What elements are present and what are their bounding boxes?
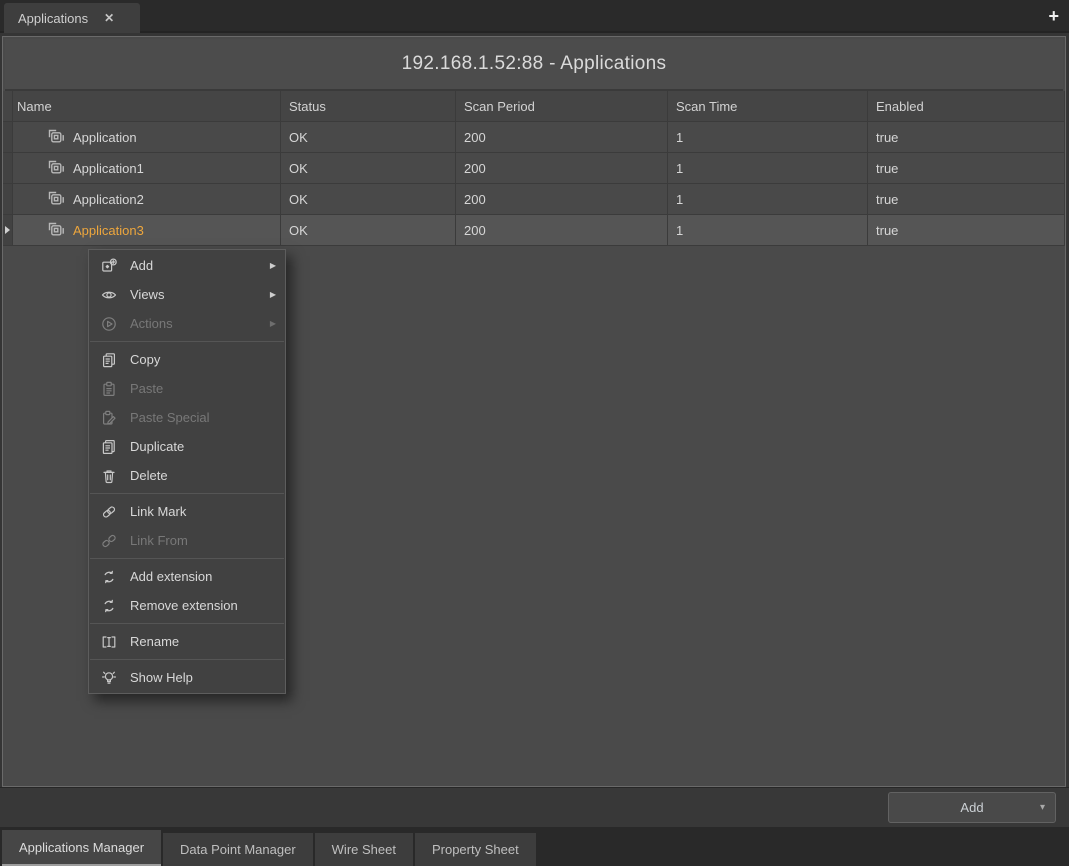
menu-item-duplicate[interactable]: Duplicate <box>89 432 285 461</box>
add-icon <box>100 258 118 274</box>
menu-separator <box>90 341 284 342</box>
row-selector-cell <box>3 184 13 215</box>
table-row-selected[interactable]: Application3 OK 200 1 true <box>3 215 1065 246</box>
row-scan-time: 1 <box>668 153 868 184</box>
tab-applications-label: Applications <box>18 11 88 26</box>
column-header-enabled[interactable]: Enabled <box>868 91 1065 122</box>
row-status: OK <box>281 122 456 153</box>
row-scan-period: 200 <box>456 215 668 246</box>
menu-separator <box>90 659 284 660</box>
add-button-label: Add <box>960 800 983 815</box>
row-name: Application <box>73 130 137 145</box>
row-selector-cell <box>3 153 13 184</box>
row-pointer-icon <box>5 226 10 234</box>
menu-item-rename[interactable]: Rename <box>89 627 285 656</box>
link-icon <box>100 504 118 520</box>
paste-icon <box>100 381 118 397</box>
application-component-icon <box>47 128 65 146</box>
application-component-icon <box>47 221 65 239</box>
extension-icon <box>100 598 118 614</box>
views-icon <box>100 287 118 303</box>
extension-icon <box>100 569 118 585</box>
menu-item-views[interactable]: Views ▶ <box>89 280 285 309</box>
menu-item-actions: Actions ▶ <box>89 309 285 338</box>
tab-property-sheet[interactable]: Property Sheet <box>415 833 536 866</box>
row-enabled: true <box>868 153 1065 184</box>
rename-icon <box>100 634 118 650</box>
duplicate-icon <box>100 439 118 455</box>
row-scan-time: 1 <box>668 184 868 215</box>
table-row[interactable]: Application2 OK 200 1 true <box>3 184 1065 215</box>
row-name: Application2 <box>73 192 144 207</box>
menu-item-link-mark[interactable]: Link Mark <box>89 497 285 526</box>
table-row[interactable]: Application OK 200 1 true <box>3 122 1065 153</box>
delete-icon <box>100 468 118 484</box>
new-tab-icon[interactable]: + <box>1048 5 1059 27</box>
column-header-status[interactable]: Status <box>281 91 456 122</box>
tab-applications[interactable]: Applications ✕ <box>4 3 140 33</box>
row-name: Application3 <box>73 223 144 238</box>
submenu-arrow-icon: ▶ <box>270 290 276 299</box>
menu-item-show-help[interactable]: Show Help <box>89 663 285 692</box>
table-header-row: Name Status Scan Period Scan Time Enable… <box>3 91 1065 122</box>
row-selector-cell <box>3 215 13 246</box>
menu-item-paste-special: Paste Special <box>89 403 285 432</box>
menu-item-paste: Paste <box>89 374 285 403</box>
menu-item-add-extension[interactable]: Add extension <box>89 562 285 591</box>
footer-bar: Add ▾ <box>0 787 1069 827</box>
submenu-arrow-icon: ▶ <box>270 319 276 328</box>
dropdown-caret-icon: ▾ <box>1040 802 1045 813</box>
row-enabled: true <box>868 184 1065 215</box>
menu-separator <box>90 493 284 494</box>
menu-separator <box>90 623 284 624</box>
application-component-icon <box>47 190 65 208</box>
row-scan-period: 200 <box>456 184 668 215</box>
row-scan-period: 200 <box>456 153 668 184</box>
row-status: OK <box>281 184 456 215</box>
menu-item-add[interactable]: Add ▶ <box>89 251 285 280</box>
menu-separator <box>90 558 284 559</box>
row-status: OK <box>281 215 456 246</box>
row-scan-time: 1 <box>668 215 868 246</box>
menu-item-copy[interactable]: Copy <box>89 345 285 374</box>
row-enabled: true <box>868 215 1065 246</box>
application-component-icon <box>47 159 65 177</box>
bottom-tab-bar: Applications Manager Data Point Manager … <box>0 827 1069 866</box>
top-tab-bar: Applications ✕ + <box>0 0 1069 33</box>
row-scan-time: 1 <box>668 122 868 153</box>
row-name: Application1 <box>73 161 144 176</box>
tab-data-point-manager[interactable]: Data Point Manager <box>163 833 313 866</box>
submenu-arrow-icon: ▶ <box>270 261 276 270</box>
menu-item-delete[interactable]: Delete <box>89 461 285 490</box>
table-row[interactable]: Application1 OK 200 1 true <box>3 153 1065 184</box>
column-header-scan-period[interactable]: Scan Period <box>456 91 668 122</box>
row-selector-cell <box>3 122 13 153</box>
copy-icon <box>100 352 118 368</box>
menu-item-remove-extension[interactable]: Remove extension <box>89 591 285 620</box>
tab-applications-manager[interactable]: Applications Manager <box>2 830 161 866</box>
row-status: OK <box>281 153 456 184</box>
page-title: 192.168.1.52:88 - Applications <box>5 39 1063 91</box>
column-header-name[interactable]: Name <box>13 91 281 122</box>
row-scan-period: 200 <box>456 122 668 153</box>
paste-special-icon <box>100 410 118 426</box>
menu-item-link-from: Link From <box>89 526 285 555</box>
close-icon[interactable]: ✕ <box>104 11 114 25</box>
actions-icon <box>100 316 118 332</box>
add-button[interactable]: Add ▾ <box>888 792 1056 823</box>
link-broken-icon <box>100 533 118 549</box>
tab-wire-sheet[interactable]: Wire Sheet <box>315 833 413 866</box>
context-menu: Add ▶ Views ▶ Actions ▶ Copy Paste Paste… <box>88 249 286 694</box>
selector-column-header <box>3 91 13 122</box>
help-icon <box>100 670 118 686</box>
column-header-scan-time[interactable]: Scan Time <box>668 91 868 122</box>
row-enabled: true <box>868 122 1065 153</box>
